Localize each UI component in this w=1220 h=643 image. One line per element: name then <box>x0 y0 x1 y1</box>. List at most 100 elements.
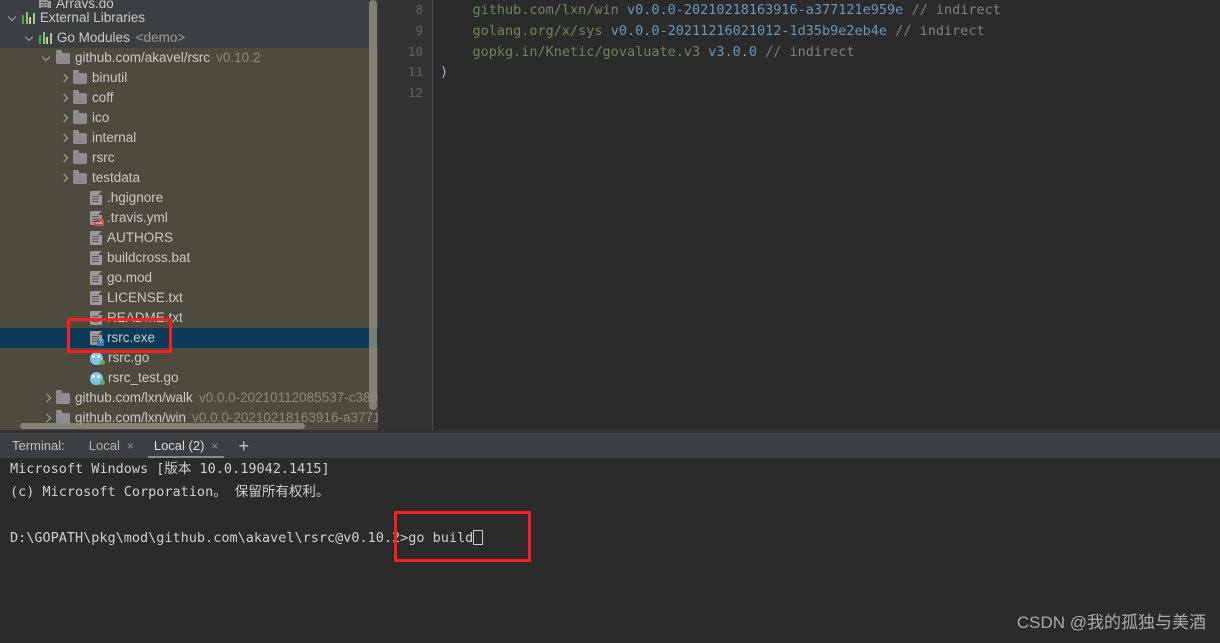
code-line[interactable] <box>433 83 1220 104</box>
tree-row[interactable]: Arrays.go <box>0 0 378 8</box>
chevron-right-icon[interactable] <box>59 153 70 164</box>
line-number: 12 <box>407 85 423 101</box>
tree-horizontal-scrollbar-thumb[interactable] <box>20 423 305 429</box>
tree-row[interactable]: github.com/lxn/walk v0.0.0-20210112085537… <box>0 388 378 408</box>
file-icon <box>90 231 102 245</box>
file-icon <box>90 271 102 285</box>
tree-row-selected[interactable]: ? rsrc.exe <box>0 328 378 348</box>
tree-row[interactable]: buildcross.bat <box>0 248 378 268</box>
yml-badge: YML <box>94 219 104 226</box>
editor-code-area[interactable]: github.com/lxn/win v0.0.0-20210218163916… <box>433 0 1220 104</box>
chevron-down-icon[interactable] <box>42 53 53 64</box>
file-icon <box>90 291 102 305</box>
tree-row[interactable]: coff <box>0 88 378 108</box>
code-line[interactable]: ) <box>433 62 1220 83</box>
tree-row-label: binutil <box>92 70 128 85</box>
spacer-icon <box>76 313 87 324</box>
add-terminal-tab-button[interactable]: + <box>238 437 249 455</box>
tree-horizontal-scrollbar[interactable] <box>0 422 368 430</box>
tree-vertical-scrollbar[interactable] <box>368 0 378 430</box>
tree-row[interactable]: internal <box>0 128 378 148</box>
tree-row[interactable]: ico <box>0 108 378 128</box>
library-icon <box>22 12 35 24</box>
tree-row-label: coff <box>92 90 114 105</box>
go-icon-accent <box>100 359 105 365</box>
tree-row-label: go.mod <box>107 270 153 285</box>
tree-row[interactable]: Go Modules <demo> <box>0 28 378 48</box>
tree-row[interactable]: go.mod <box>0 268 378 288</box>
terminal-tab-bar: Terminal: Local × Local (2) × + <box>0 433 1220 458</box>
chevron-right-icon[interactable] <box>59 133 70 144</box>
code-module-version: v0.0.0-20210218163916-a377121e959e <box>626 2 904 18</box>
terminal-line: Microsoft Windows [版本 10.0.19042.1415] <box>10 461 330 477</box>
spacer-icon <box>25 0 36 8</box>
tree-row-label: github.com/lxn/walk <box>75 390 193 405</box>
code-line[interactable]: github.com/lxn/win v0.0.0-20210218163916… <box>433 0 1220 21</box>
code-comment: // indirect <box>911 2 1001 18</box>
tree-row[interactable]: rsrc_test.go <box>0 368 378 388</box>
tree-row[interactable]: github.com/akavel/rsrc v0.10.2 <box>0 48 378 68</box>
terminal-caret <box>473 530 484 545</box>
tree-row[interactable]: rsrc <box>0 148 378 168</box>
code-line[interactable]: gopkg.in/Knetic/govaluate.v3 v3.0.0 // i… <box>433 42 1220 63</box>
tree-row[interactable]: AUTHORS <box>0 228 378 248</box>
folder-icon <box>73 150 87 164</box>
spacer-icon <box>76 273 87 284</box>
line-number: 11 <box>407 64 423 80</box>
tree-row[interactable]: testdata <box>0 168 378 188</box>
chevron-right-icon[interactable] <box>59 73 70 84</box>
chevron-down-icon[interactable] <box>25 33 36 44</box>
go-file-icon <box>90 351 105 365</box>
tree-row[interactable]: YML .travis.yml <box>0 208 378 228</box>
tree-row-label: rsrc <box>92 150 115 165</box>
tree-row-label: Arrays.go <box>56 0 114 8</box>
tree-row[interactable]: LICENSE.txt <box>0 288 378 308</box>
tree-row[interactable]: binutil <box>0 68 378 88</box>
tree-row-label: rsrc.go <box>108 350 150 365</box>
file-icon <box>90 191 102 205</box>
tree-row-version: <demo> <box>135 30 186 45</box>
spacer-icon <box>76 253 87 264</box>
yml-file-icon: YML <box>90 211 104 226</box>
exe-file-icon: ? <box>90 331 104 346</box>
code-punctuation: ) <box>440 64 449 81</box>
project-tree-rows: Arrays.go External Libraries Go Modules <de… <box>0 0 378 428</box>
code-module-path: golang.org/x/sys <box>472 22 603 39</box>
tree-row-label: rsrc.exe <box>107 330 156 345</box>
code-line[interactable]: golang.org/x/sys v0.0.0-20211216021012-1… <box>433 21 1220 42</box>
chevron-down-icon[interactable] <box>8 13 19 24</box>
tree-row[interactable]: External Libraries <box>0 8 378 28</box>
csdn-watermark: CSDN @我的孤独与美酒 <box>1016 613 1206 632</box>
code-comment: // indirect <box>895 22 985 39</box>
code-editor[interactable]: 8 9 10 11 12 github.com/lxn/win v0.0.0-20210… <box>378 0 1220 430</box>
folder-icon <box>56 390 70 404</box>
tree-row[interactable]: rsrc.go <box>0 348 378 368</box>
terminal-tab-1[interactable]: Local × <box>79 433 144 458</box>
chevron-right-icon[interactable] <box>59 173 70 184</box>
tree-row[interactable]: README.txt <box>0 308 378 328</box>
tree-vertical-scrollbar-thumb[interactable] <box>369 0 377 410</box>
terminal-tab-2[interactable]: Local (2) × <box>144 433 229 458</box>
go-file-icon <box>90 371 105 385</box>
editor-vertical-scrollbar[interactable] <box>1208 0 1220 430</box>
line-number: 8 <box>415 2 423 17</box>
spacer-icon <box>76 353 87 364</box>
tree-row-label: LICENSE.txt <box>107 290 183 305</box>
terminal-command[interactable]: go build <box>408 530 473 546</box>
line-number: 10 <box>407 43 423 59</box>
tree-row-label: .travis.yml <box>107 210 168 225</box>
tree-row[interactable]: .hgignore <box>0 188 378 208</box>
tree-row-label: testdata <box>92 170 141 185</box>
chevron-right-icon[interactable] <box>59 93 70 104</box>
tree-row-label: .hgignore <box>107 190 164 205</box>
chevron-right-icon[interactable] <box>42 393 53 404</box>
close-icon[interactable]: × <box>211 439 218 453</box>
file-icon <box>90 251 102 265</box>
tree-row-label: github.com/akavel/rsrc <box>75 50 211 65</box>
chevron-right-icon[interactable] <box>59 113 70 124</box>
tree-row-version: v0.10.2 <box>216 50 261 65</box>
project-tree-panel[interactable]: Arrays.go External Libraries Go Modules <de… <box>0 0 378 430</box>
terminal-label: Terminal: <box>12 438 65 453</box>
close-icon[interactable]: × <box>127 439 134 453</box>
